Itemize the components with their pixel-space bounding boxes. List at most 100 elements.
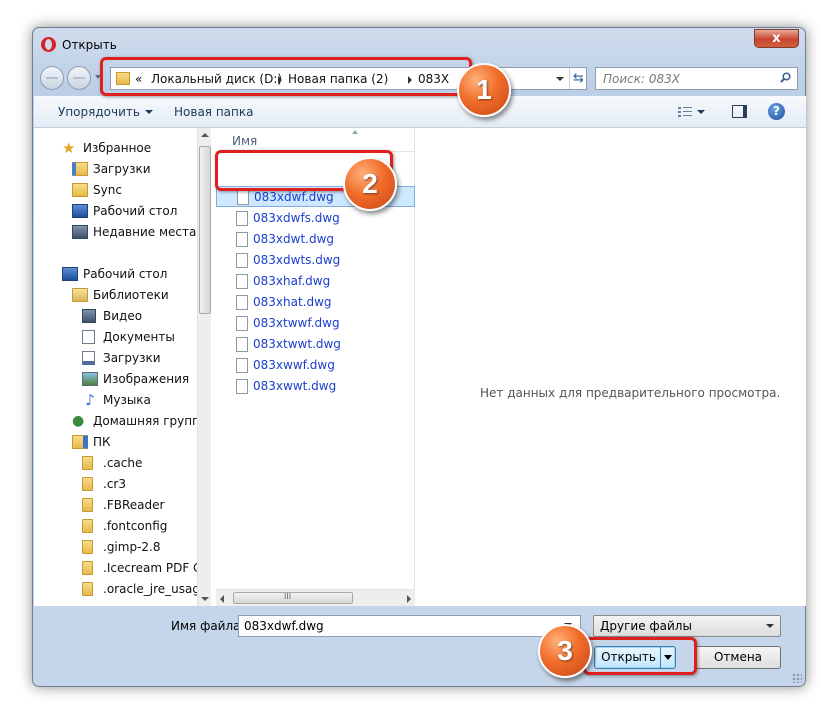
nav-label: Домашняя группа <box>93 414 208 428</box>
nav-label: Библиотеки <box>93 288 169 302</box>
nav-label: .Icecream PDF Co <box>103 561 209 575</box>
file-name: 083xhaf.dwg <box>253 274 331 288</box>
video-icon <box>82 309 96 323</box>
scrollbar-grip: III <box>284 592 292 601</box>
downloads-icon <box>82 351 95 365</box>
window-title: Открыть <box>62 38 117 52</box>
file-row[interactable]: 083xdwfs.dwg <box>216 208 415 229</box>
desktop-icon <box>62 267 78 281</box>
nav-label: Изображения <box>103 372 190 386</box>
file-row[interactable]: 083xdwt.dwg <box>216 229 415 250</box>
music-icon: ♪ <box>85 391 95 409</box>
folder-icon <box>82 456 93 470</box>
view-options-dropdown[interactable] <box>697 110 705 114</box>
back-arrow-icon <box>46 77 58 79</box>
filename-label: Имя файла: <box>171 619 245 633</box>
file-row[interactable]: 083xdwts.dwg <box>216 250 415 271</box>
file-icon <box>236 316 248 331</box>
file-icon <box>236 274 248 289</box>
scrollbar-thumb[interactable]: III <box>233 592 353 604</box>
search-icon[interactable] <box>780 72 791 83</box>
file-name: 083xdwf.dwg <box>254 190 334 204</box>
folder-icon <box>72 183 88 197</box>
folder-icon <box>82 519 93 533</box>
file-icon <box>236 358 248 373</box>
file-name: 083xdwts.dwg <box>253 253 341 267</box>
opera-logo-icon <box>41 37 56 52</box>
organize-button[interactable]: Упорядочить <box>58 105 153 119</box>
folder-icon <box>82 561 93 575</box>
chevron-down-icon <box>144 110 153 114</box>
new-folder-button[interactable]: Новая папка <box>174 105 253 119</box>
column-header-label: Имя <box>232 134 258 148</box>
file-row[interactable]: 083xhaf.dwg <box>216 271 415 292</box>
chevron-down-icon <box>766 624 774 628</box>
file-row[interactable]: 083xwwt.dwg <box>216 376 415 397</box>
help-icon[interactable]: ? <box>768 103 785 120</box>
browser-area: ★ Избранное Загрузки Sync Рабочий стол Не… <box>34 128 806 606</box>
address-dropdown-button[interactable] <box>553 68 567 89</box>
title-bar[interactable]: Открыть x <box>33 28 805 60</box>
nav-label: Загрузки <box>93 162 151 176</box>
file-icon <box>236 253 248 268</box>
folder-icon <box>82 477 93 491</box>
filename-input[interactable]: 083xdwf.dwg <box>238 615 581 637</box>
folder-icon <box>82 498 93 512</box>
nav-label: .oracle_jre_usage <box>103 582 208 596</box>
nav-scrollbar[interactable] <box>197 128 211 606</box>
back-button[interactable] <box>40 66 64 90</box>
file-icon <box>236 211 248 226</box>
nav-label: Sync <box>93 183 122 197</box>
file-name: 083xtwwt.dwg <box>253 337 341 351</box>
scroll-down-icon[interactable] <box>201 597 209 601</box>
file-icon <box>236 295 248 310</box>
refresh-icon[interactable]: ⇆ <box>569 68 587 89</box>
navigation-pane: ★ Избранное Загрузки Sync Рабочий стол Не… <box>34 128 211 606</box>
file-row[interactable]: 083xwwf.dwg <box>216 355 415 376</box>
callout-badge-1: 1 <box>457 63 511 117</box>
search-input[interactable]: Поиск: 083X <box>595 67 798 90</box>
view-options-icon[interactable] <box>678 106 692 118</box>
folder-icon <box>82 582 93 596</box>
resize-grip[interactable] <box>792 673 802 683</box>
file-name: 083xhat.dwg <box>253 295 332 309</box>
preview-message: Нет данных для предварительного просмотр… <box>480 386 781 400</box>
nav-label: .cr3 <box>103 477 126 491</box>
nav-label: Недавние места <box>93 225 197 239</box>
nav-label: Рабочий стол <box>93 204 178 218</box>
pictures-icon <box>82 372 98 386</box>
nav-label: .FBReader <box>103 498 165 512</box>
nav-label: Избранное <box>83 141 152 155</box>
cancel-button[interactable]: Отмена <box>695 646 781 669</box>
nav-label: Рабочий стол <box>83 267 168 281</box>
column-header-name[interactable]: Имя <box>216 128 415 152</box>
file-row[interactable]: 083xhat.dwg <box>216 292 415 313</box>
file-row[interactable]: 083xtwwf.dwg <box>216 313 415 334</box>
scroll-up-icon[interactable] <box>201 133 209 137</box>
libraries-icon <box>72 288 88 302</box>
scroll-left-icon[interactable] <box>220 595 224 603</box>
scrollbar-thumb[interactable] <box>199 146 211 314</box>
downloads-folder-icon <box>72 162 88 176</box>
preview-pane-icon[interactable] <box>732 105 747 118</box>
star-icon: ★ <box>62 139 76 157</box>
file-row[interactable]: 083xtwwt.dwg <box>216 334 415 355</box>
file-name: 083xdwt.dwg <box>253 232 335 246</box>
filetype-select[interactable]: Другие файлы <box>593 615 781 637</box>
documents-icon <box>82 330 95 344</box>
sort-ascending-icon <box>352 130 358 134</box>
file-icon <box>236 337 248 352</box>
forward-button[interactable] <box>67 66 91 90</box>
scroll-right-icon[interactable] <box>407 595 411 603</box>
file-name: 083xwwf.dwg <box>253 358 335 372</box>
close-button[interactable]: x <box>754 29 799 48</box>
file-icon <box>237 190 249 205</box>
file-list-hscrollbar[interactable]: III <box>216 589 415 606</box>
search-placeholder: Поиск: 083X <box>603 72 680 86</box>
nav-label: .fontconfig <box>103 519 168 533</box>
organize-label: Упорядочить <box>58 105 140 119</box>
file-icon <box>236 379 248 394</box>
callout-badge-2: 2 <box>343 157 397 211</box>
nav-label: .gimp-2.8 <box>103 540 161 554</box>
nav-label: Документы <box>103 330 175 344</box>
